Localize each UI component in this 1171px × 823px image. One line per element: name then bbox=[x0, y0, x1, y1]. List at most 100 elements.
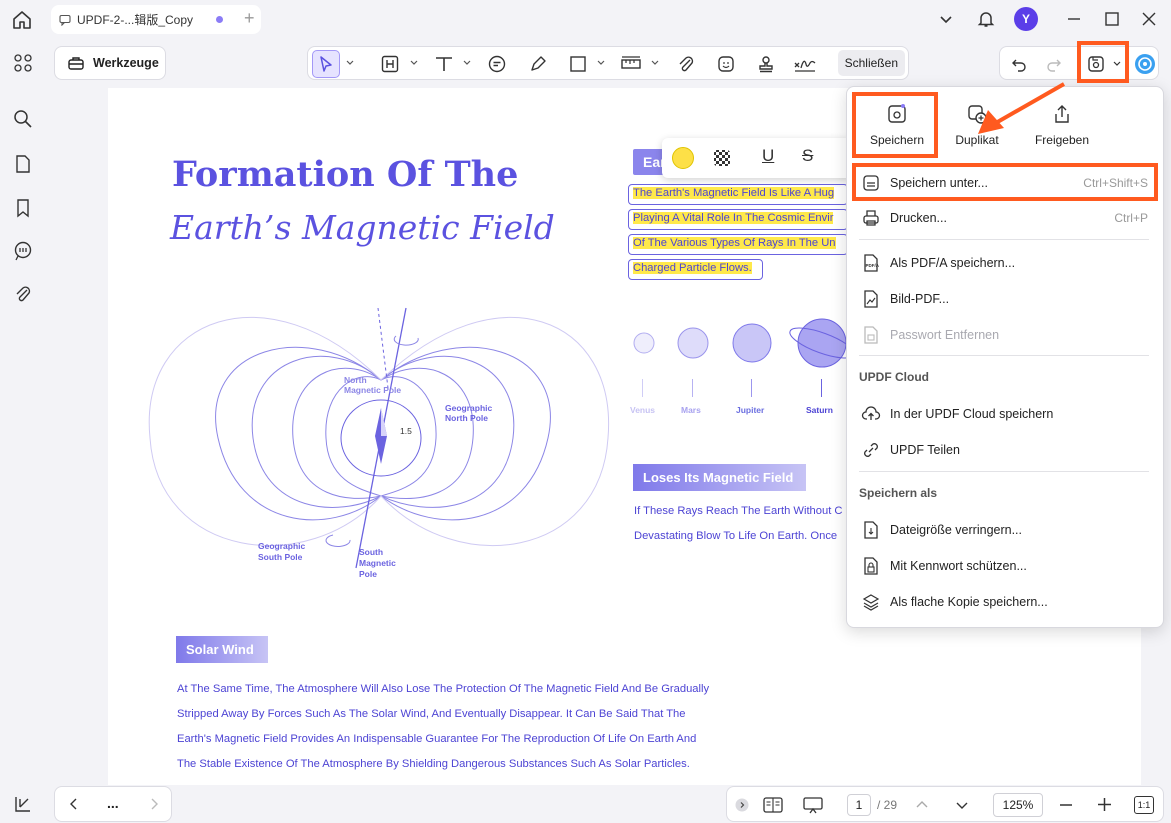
pdfa-icon: PDF/A bbox=[864, 254, 880, 272]
rectangle-icon bbox=[570, 56, 586, 72]
planet-label: Saturn bbox=[806, 405, 833, 415]
attach-tool[interactable] bbox=[674, 52, 698, 76]
annotation-tool-group: Schließen bbox=[307, 46, 909, 80]
paragraph-line: If These Rays Reach The Earth Without C bbox=[634, 505, 843, 517]
unlock-icon bbox=[864, 326, 878, 344]
menu-item-cloud-save[interactable]: In der UPDF Cloud speichern bbox=[847, 398, 1165, 430]
menu-item-label: Dateigröße verringern... bbox=[890, 523, 1023, 537]
planet-label: Mars bbox=[681, 405, 701, 415]
avatar[interactable]: Y bbox=[1014, 7, 1038, 31]
chevron-down-icon[interactable] bbox=[346, 59, 354, 67]
diagram-label: South Pole bbox=[258, 552, 303, 562]
page-layout-icon[interactable] bbox=[763, 796, 783, 814]
menu-item-remove-password[interactable]: Passwort Entfernen bbox=[847, 319, 1165, 351]
chevron-right-icon[interactable] bbox=[147, 797, 161, 811]
shape-tool[interactable] bbox=[566, 52, 590, 76]
highlighted-line[interactable]: Charged Particle Flows. bbox=[628, 259, 763, 280]
menu-item-label: Passwort Entfernen bbox=[890, 328, 1000, 342]
chevron-down-icon[interactable] bbox=[936, 9, 956, 29]
comment-icon bbox=[59, 14, 71, 26]
chevron-left-icon[interactable] bbox=[67, 797, 81, 811]
opacity-icon[interactable] bbox=[714, 150, 730, 166]
select-tool[interactable] bbox=[312, 50, 340, 78]
chevron-down-icon[interactable] bbox=[955, 798, 969, 812]
zoom-out-icon[interactable] bbox=[1059, 798, 1073, 812]
chevron-up-icon[interactable] bbox=[915, 798, 929, 812]
stamp-tool[interactable] bbox=[754, 52, 778, 76]
collapse-icon[interactable] bbox=[735, 798, 749, 812]
document-tab[interactable]: UPDF-2-...辑版_Copy bbox=[51, 5, 261, 34]
ai-assistant-icon[interactable] bbox=[1134, 53, 1156, 75]
close-window-icon[interactable] bbox=[1139, 9, 1159, 29]
diagram-label: North Pole bbox=[445, 413, 488, 423]
strikethrough-icon[interactable]: S bbox=[802, 146, 813, 166]
text-tool[interactable] bbox=[432, 52, 456, 76]
menu-item-label: In der UPDF Cloud speichern bbox=[890, 407, 1054, 421]
menu-item-reduce-size[interactable]: Dateigröße verringern... bbox=[847, 514, 1165, 546]
annotation-arrow bbox=[978, 82, 1065, 134]
bookmark-icon[interactable] bbox=[12, 197, 34, 219]
measure-tool[interactable] bbox=[619, 52, 643, 76]
underline-icon[interactable]: U bbox=[762, 146, 774, 166]
presentation-icon[interactable] bbox=[803, 796, 823, 814]
search-icon[interactable] bbox=[12, 108, 34, 130]
paperclip-icon[interactable] bbox=[12, 284, 34, 306]
werkzeuge-button[interactable]: Werkzeuge bbox=[54, 46, 166, 80]
pen-icon bbox=[531, 56, 546, 71]
highlighted-line[interactable]: Of The Various Types Of Rays In The Un bbox=[628, 234, 848, 255]
page-title: Formation Of The bbox=[172, 154, 519, 195]
highlighted-line[interactable]: Playing A Vital Role In The Cosmic Envir bbox=[628, 209, 848, 230]
bell-icon[interactable] bbox=[976, 9, 996, 29]
home-icon[interactable] bbox=[10, 8, 34, 32]
menu-item-label: Als PDF/A speichern... bbox=[890, 256, 1016, 270]
undo-icon[interactable] bbox=[1010, 55, 1028, 73]
paragraph-line: At The Same Time, The Atmosphere Will Al… bbox=[177, 683, 710, 695]
annotation-highlight-box bbox=[1077, 41, 1129, 83]
page-subtitle: Earth’s Magnetic Field bbox=[170, 208, 555, 247]
chevron-down-icon[interactable] bbox=[597, 59, 605, 67]
cloud-section-header: UPDF Cloud bbox=[859, 370, 929, 384]
menu-item-print[interactable]: Drucken... Ctrl+P bbox=[847, 202, 1165, 234]
redo-icon[interactable] bbox=[1045, 55, 1063, 73]
menu-item-updf-share[interactable]: UPDF Teilen bbox=[847, 434, 1165, 466]
diagram-label: Pole bbox=[359, 569, 377, 579]
actual-size-button[interactable]: 1:1 bbox=[1134, 796, 1154, 814]
page-navigation-bar: ... bbox=[54, 786, 172, 822]
cloud-upload-icon bbox=[861, 406, 881, 420]
color-swatch[interactable] bbox=[672, 147, 694, 169]
svg-text:PDF/A: PDF/A bbox=[866, 263, 880, 268]
menu-item-flatten-copy[interactable]: Als flache Kopie speichern... bbox=[847, 586, 1165, 618]
apps-grid-icon[interactable] bbox=[12, 52, 34, 74]
sticker-tool[interactable] bbox=[714, 52, 738, 76]
highlight-tool[interactable] bbox=[378, 52, 402, 76]
planets-illustration bbox=[633, 318, 855, 368]
highlighted-line[interactable]: The Earth's Magnetic Field Is Like A Hug bbox=[628, 184, 848, 205]
zoom-in-icon[interactable] bbox=[1097, 797, 1112, 812]
page-number-input[interactable]: 1 bbox=[847, 794, 871, 816]
menu-item-label: Mit Kennwort schützen... bbox=[890, 559, 1027, 573]
more-icon[interactable]: ... bbox=[107, 795, 119, 811]
zoom-level-input[interactable]: 125% bbox=[993, 793, 1043, 817]
comments-icon[interactable] bbox=[12, 240, 34, 262]
chevron-down-icon[interactable] bbox=[410, 59, 418, 67]
layers-icon[interactable] bbox=[12, 793, 34, 815]
chevron-down-icon[interactable] bbox=[463, 59, 471, 67]
flatten-icon bbox=[862, 594, 880, 611]
chevron-down-icon[interactable] bbox=[651, 59, 659, 67]
menu-item-password-protect[interactable]: Mit Kennwort schützen... bbox=[847, 550, 1165, 582]
pages-icon[interactable] bbox=[12, 153, 34, 175]
maximize-icon[interactable] bbox=[1102, 9, 1122, 29]
section-badge: Loses Its Magnetic Field bbox=[633, 464, 806, 491]
link-icon bbox=[864, 443, 878, 457]
schliessen-button[interactable]: Schließen bbox=[837, 50, 905, 76]
comment-tool[interactable] bbox=[485, 52, 509, 76]
menu-item-pdfa[interactable]: PDF/A Als PDF/A speichern... bbox=[847, 247, 1165, 279]
text-icon bbox=[436, 57, 452, 71]
toolbox-icon bbox=[68, 57, 84, 70]
pen-tool[interactable] bbox=[526, 52, 550, 76]
signature-tool[interactable] bbox=[793, 52, 817, 76]
diagram-label: North bbox=[344, 375, 367, 385]
new-tab-icon[interactable]: + bbox=[244, 8, 255, 29]
menu-item-image-pdf[interactable]: Bild-PDF... bbox=[847, 283, 1165, 315]
minimize-icon[interactable] bbox=[1064, 9, 1084, 29]
